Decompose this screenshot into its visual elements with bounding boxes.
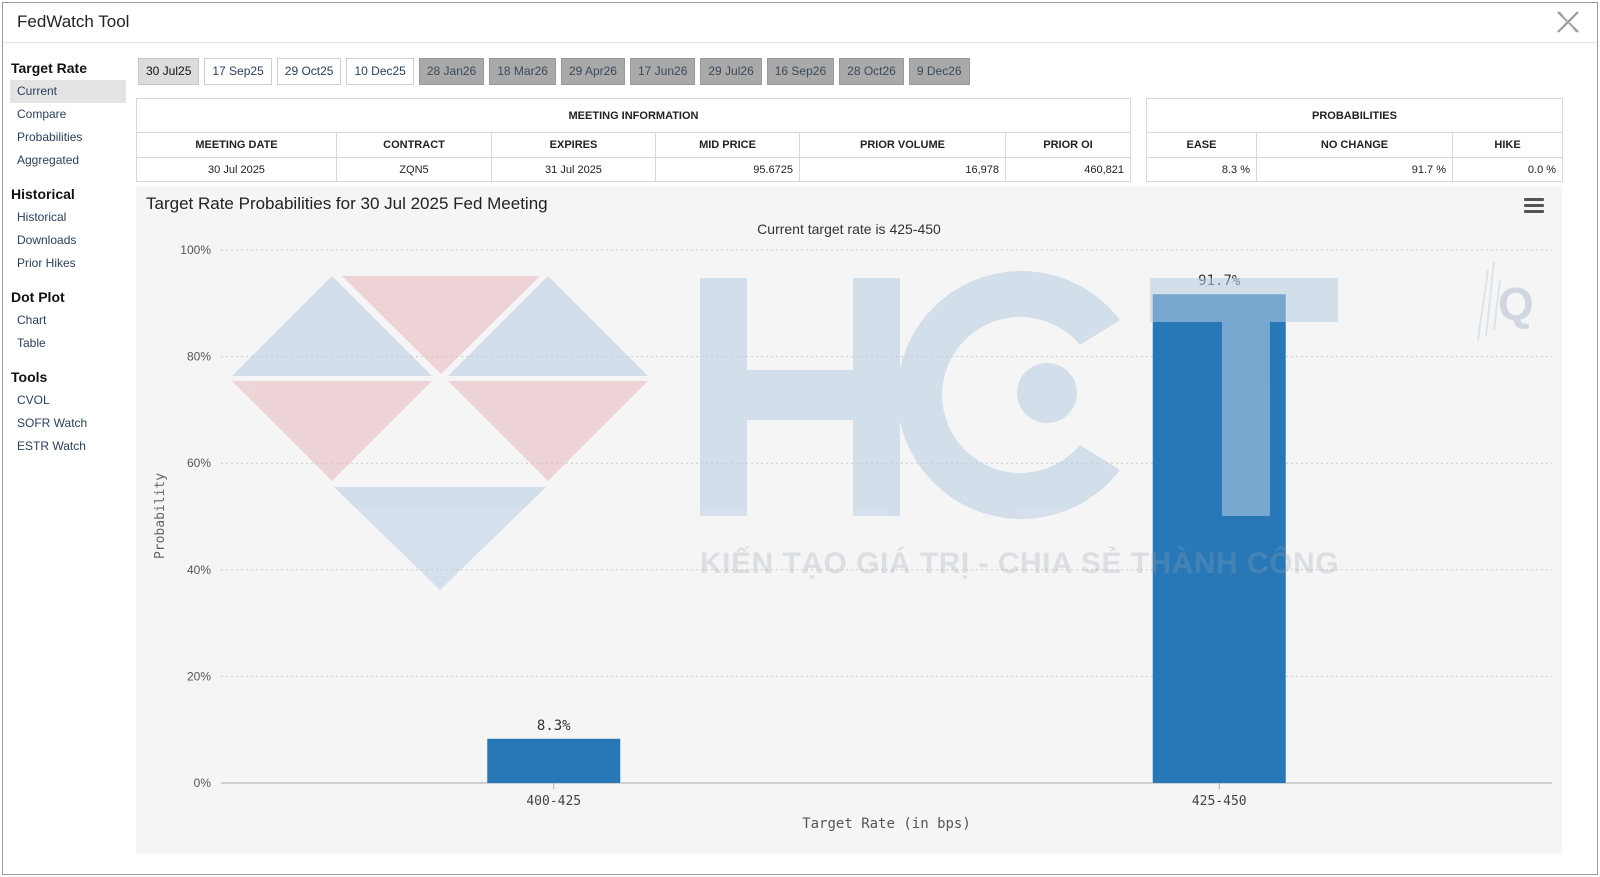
column-header: PRIOR VOLUME	[799, 132, 1006, 158]
sidebar-heading: Dot Plot	[11, 289, 65, 305]
meeting-tab[interactable]: 16 Sep26	[766, 58, 835, 85]
sidebar-heading: Tools	[11, 369, 48, 385]
column-header: CONTRACT	[336, 132, 492, 158]
hamburger-menu-icon[interactable]	[1524, 198, 1544, 214]
sidebar: Target Rate Current Compare Probabilities Ag…	[10, 56, 126, 468]
sidebar-item-aggregated[interactable]: Aggregated	[10, 149, 126, 172]
sidebar-item-sofr-watch[interactable]: SOFR Watch	[10, 412, 126, 435]
table-cell: 91.7 %	[1256, 157, 1453, 182]
meeting-tab[interactable]: 28 Jan26	[418, 58, 485, 85]
probability-chart: 0% 20% 40% 60% 80% 100% 8.3% 400-425 91.7% 425-45…	[153, 243, 1552, 832]
meeting-tab[interactable]: 29 Jul26	[700, 58, 762, 85]
column-header: EXPIRES	[491, 132, 656, 158]
data-label: 8.3%	[537, 718, 571, 734]
sidebar-item-historical[interactable]: Historical	[10, 206, 126, 229]
bar	[1152, 294, 1286, 783]
sidebar-item-chart[interactable]: Chart	[10, 309, 126, 332]
chart-title: Target Rate Probabilities for 30 Jul 202…	[146, 194, 548, 213]
sidebar-item-cvol[interactable]: CVOL	[10, 389, 126, 412]
sidebar-group: Historical Historical Downloads Prior Hikes	[10, 182, 126, 275]
x-axis-title: Target Rate (in bps)	[802, 816, 971, 832]
close-x-icon[interactable]	[1555, 9, 1581, 35]
chart-subtitle: Current target rate is 425-450	[757, 221, 941, 237]
table-cell: 16,978	[799, 157, 1006, 182]
probabilities-heading: PROBABILITIES	[1145, 98, 1564, 133]
table-cell: 95.6725	[655, 157, 800, 182]
meeting-tabs: 30 Jul25 17 Sep25 29 Oct25 10 Dec25 28 Jan26…	[138, 58, 970, 85]
x-tick-label: 400-425	[526, 794, 581, 809]
y-tick-label: 60%	[187, 456, 211, 470]
meeting-tab[interactable]: 17 Jun26	[629, 58, 696, 85]
window-title: FedWatch Tool	[17, 12, 130, 31]
y-tick-label: 20%	[187, 669, 211, 683]
meeting-tab[interactable]: 28 Oct26	[839, 58, 904, 85]
meeting-tab[interactable]: 9 Dec26	[908, 58, 970, 85]
y-tick-label: 80%	[187, 350, 211, 364]
sidebar-group: Dot Plot Chart Table	[10, 285, 126, 355]
sidebar-item-current[interactable]: Current	[10, 80, 126, 103]
column-header: HIKE	[1451, 132, 1564, 158]
sidebar-item-compare[interactable]: Compare	[10, 103, 126, 126]
y-axis-title: Probability	[153, 473, 168, 559]
y-tick-label: 0%	[194, 776, 212, 790]
column-header: PRIOR OI	[1005, 132, 1131, 158]
sidebar-item-probabilities[interactable]: Probabilities	[10, 126, 126, 149]
sidebar-heading: Historical	[11, 186, 75, 202]
y-tick-label: 40%	[187, 563, 211, 577]
sidebar-item-table[interactable]: Table	[10, 332, 126, 355]
column-header: MEETING DATE	[136, 132, 337, 158]
bar	[487, 738, 621, 783]
sidebar-item-prior-hikes[interactable]: Prior Hikes	[10, 252, 126, 275]
meeting-info-table: MEETING INFORMATION MEETING DATE CONTRACT…	[136, 98, 1131, 182]
column-header: NO CHANGE	[1256, 132, 1453, 158]
x-tick-label: 425-450	[1192, 794, 1247, 809]
sidebar-item-downloads[interactable]: Downloads	[10, 229, 126, 252]
meeting-tab[interactable]: 30 Jul25	[138, 58, 200, 85]
data-label: 91.7%	[1198, 273, 1241, 289]
meeting-tab[interactable]: 18 Mar26	[489, 58, 556, 85]
sidebar-heading: Target Rate	[11, 60, 87, 76]
column-header: EASE	[1146, 132, 1257, 158]
meeting-info-heading: MEETING INFORMATION	[136, 98, 1131, 133]
table-cell: 460,821	[1005, 157, 1131, 182]
table-cell: 31 Jul 2025	[491, 157, 656, 182]
column-header: MID PRICE	[655, 132, 800, 158]
meeting-tab[interactable]: 17 Sep25	[204, 58, 272, 85]
table-cell: ZQN5	[336, 157, 492, 182]
sidebar-item-estr-watch[interactable]: ESTR Watch	[10, 435, 126, 458]
table-cell: 8.3 %	[1146, 157, 1257, 182]
meeting-tab[interactable]: 29 Oct25	[276, 58, 342, 85]
chart-panel: 0% 20% 40% 60% 80% 100% 8.3% 400-425 91.7% 425-45…	[136, 186, 1562, 854]
probabilities-table: PROBABILITIES EASE NO CHANGE HIKE 8.3 % 91.…	[1145, 98, 1564, 182]
meeting-tab[interactable]: 10 Dec25	[346, 58, 414, 85]
title-bar: FedWatch Tool	[3, 3, 1597, 43]
y-tick-label: 100%	[180, 243, 211, 257]
table-cell: 0.0 %	[1451, 157, 1564, 182]
sidebar-group: Target Rate Current Compare Probabilities Ag…	[10, 56, 126, 172]
sidebar-group: Tools CVOL SOFR Watch ESTR Watch	[10, 365, 126, 458]
table-cell: 30 Jul 2025	[136, 157, 337, 182]
meeting-tab[interactable]: 29 Apr26	[560, 58, 625, 85]
